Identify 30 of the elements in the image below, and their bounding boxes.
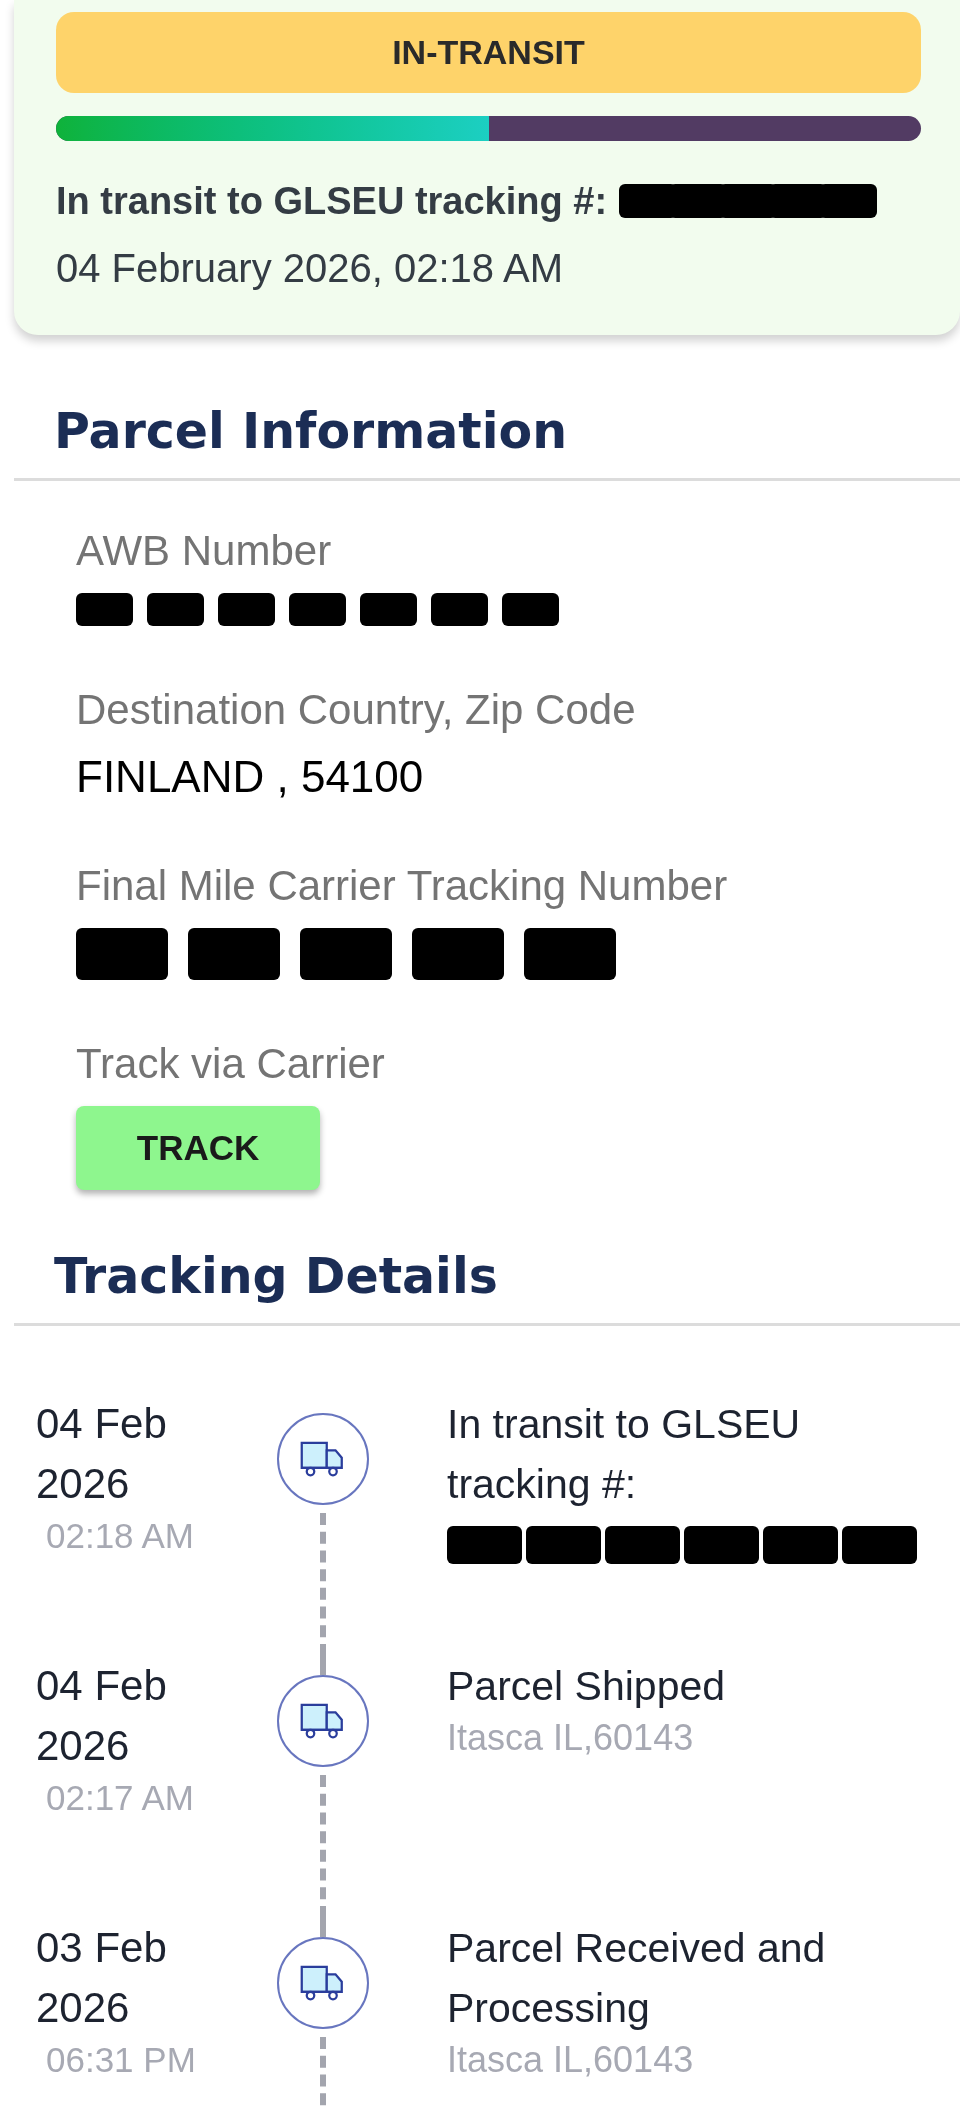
- event-time: 06:31 PM: [45, 2038, 197, 2081]
- field-label: Destination Country, Zip Code: [76, 685, 637, 734]
- event-date: 04 Feb 2026: [36, 1398, 168, 1509]
- redaction-bar: [360, 592, 417, 626]
- redaction-bar: [76, 592, 133, 626]
- redaction-bar: [289, 592, 346, 626]
- event-time: 02:17 AM: [45, 1776, 195, 1819]
- status-message: In transit to GLSEU tracking #:: [56, 179, 608, 223]
- event-title: Parcel Received and Processing: [447, 1923, 827, 2033]
- event-location: Itasca IL,60143: [447, 2037, 695, 2082]
- redaction-bar: [431, 592, 488, 626]
- event-date: 04 Feb 2026: [36, 1660, 168, 1771]
- event-date: 03 Feb 2026: [36, 1922, 168, 2033]
- redaction-bar: [819, 184, 878, 218]
- field-value: FINLAND , 54100: [76, 751, 425, 802]
- section-title: Parcel Information: [53, 403, 569, 462]
- event-time: 02:18 AM: [45, 1514, 195, 1557]
- redaction-bar: [147, 592, 204, 626]
- field-label: Track via Carrier: [76, 1039, 386, 1088]
- event-title: In transit to GLSEU tracking #:: [447, 1399, 802, 1509]
- event-title: Parcel Shipped: [447, 1661, 727, 1711]
- redaction-bar: [502, 592, 559, 626]
- redaction-bar: [218, 592, 275, 626]
- section-title: Tracking Details: [53, 1247, 499, 1307]
- track-button[interactable]: TRACK: [76, 1105, 320, 1190]
- status-datetime: 04 February 2026, 02:18 AM: [56, 245, 564, 291]
- field-label: AWB Number: [76, 526, 333, 575]
- status-badge: IN-TRANSIT: [56, 12, 921, 93]
- event-location: Itasca IL,60143: [447, 1715, 695, 1760]
- field-label: Final Mile Carrier Tracking Number: [76, 861, 729, 910]
